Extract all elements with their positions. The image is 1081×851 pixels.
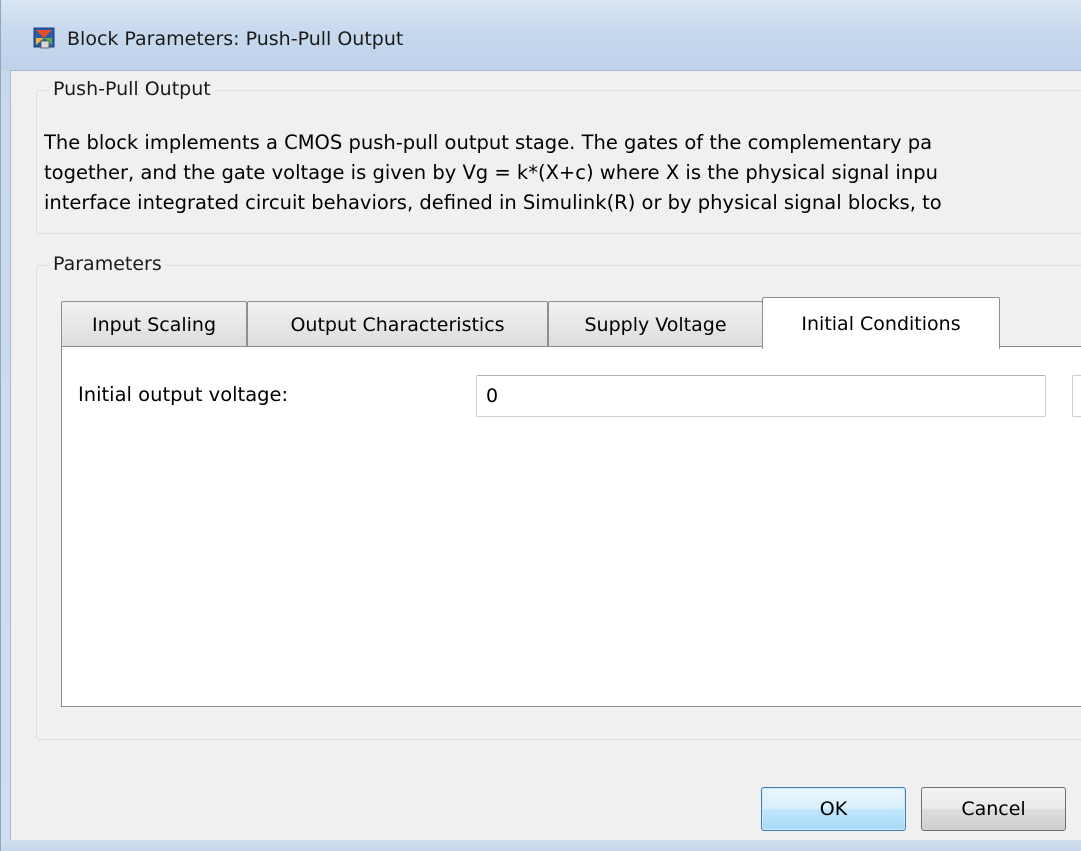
- tab-initial-conditions[interactable]: Initial Conditions: [762, 297, 1000, 349]
- parameters-group-title: Parameters: [49, 253, 166, 275]
- tab-output-characteristics[interactable]: Output Characteristics: [247, 301, 548, 347]
- tab-input-scaling[interactable]: Input Scaling: [61, 301, 247, 347]
- tab-label: Input Scaling: [91, 313, 217, 336]
- initial-output-voltage-input[interactable]: [476, 375, 1046, 417]
- tab-label: Supply Voltage: [584, 313, 727, 336]
- description-line: The block implements a CMOS push-pull ou…: [44, 131, 933, 154]
- tab-supply-voltage[interactable]: Supply Voltage: [548, 301, 763, 347]
- title-bar[interactable]: Block Parameters: Push-Pull Output: [1, 0, 1081, 70]
- cancel-button[interactable]: Cancel: [921, 787, 1066, 831]
- description-line: together, and the gate voltage is given …: [44, 161, 938, 184]
- ok-button-label: OK: [819, 798, 848, 820]
- initial-output-voltage-label: Initial output voltage:: [78, 383, 289, 406]
- block-description: The block implements a CMOS push-pull ou…: [44, 128, 1081, 218]
- description-group-title: Push-Pull Output: [49, 78, 215, 100]
- dialog-window: Block Parameters: Push-Pull Output Push-…: [0, 0, 1081, 851]
- tab-label: Initial Conditions: [801, 312, 961, 335]
- cancel-button-label: Cancel: [961, 798, 1026, 820]
- unit-field[interactable]: [1072, 375, 1081, 417]
- window-bottom-frame: [1, 840, 1081, 851]
- ok-button[interactable]: OK: [761, 787, 906, 831]
- tab-label: Output Characteristics: [290, 313, 505, 336]
- window-title: Block Parameters: Push-Pull Output: [67, 28, 404, 50]
- description-line: interface integrated circuit behaviors, …: [44, 191, 942, 214]
- simulink-block-icon: [33, 26, 57, 50]
